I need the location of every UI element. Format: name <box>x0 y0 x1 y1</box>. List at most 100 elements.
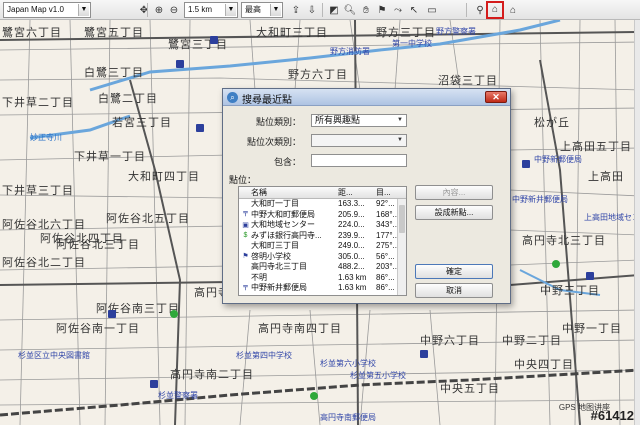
list-item[interactable]: 高円寺北三丁目 488.2... 203°... <box>239 262 406 273</box>
poi-marker[interactable] <box>310 392 318 400</box>
poi-marker[interactable] <box>586 272 594 280</box>
school-icon: ⚑ <box>242 253 249 260</box>
map-label: 高円寺南二丁目 <box>170 369 254 381</box>
item-name: 大和地域センター <box>251 220 315 229</box>
map-label: 白鷺二丁目 <box>98 93 158 105</box>
results-list[interactable]: 名稱 距... 目... 大和町一丁目 163.3... 92°... 〒中野大和町郵… <box>238 186 407 296</box>
scale-select-value: 1.5 km <box>188 5 213 14</box>
poi-marker[interactable] <box>552 260 560 268</box>
map-scrollbar[interactable] <box>634 20 640 425</box>
ok-button[interactable]: 確定 <box>415 264 493 279</box>
hand-tool-icon[interactable]: ✋︎ <box>358 2 374 18</box>
divider <box>466 3 467 17</box>
receive-from-device-icon[interactable]: ⇩ <box>304 2 320 18</box>
find-icon: ⌕ <box>227 92 238 103</box>
pan-icon[interactable]: ✥ <box>136 2 152 18</box>
track-tool-icon[interactable]: ↖ <box>406 2 422 18</box>
zoom-in-icon[interactable]: ⊕ <box>151 2 167 18</box>
dialog-title-bar[interactable]: ⌕ 搜尋最近點 ✕ <box>223 89 510 106</box>
chevron-down-icon: ▼ <box>270 4 281 16</box>
blank-icon <box>242 274 249 281</box>
poi-marker[interactable] <box>210 36 218 44</box>
list-rows: 大和町一丁目 163.3... 92°... 〒中野大和町郵便局 205.9... 168… <box>239 199 406 294</box>
water-label: 妙正寺川 <box>30 133 62 142</box>
item-name: 不明 <box>251 272 267 282</box>
find-address-icon[interactable]: ⌂ <box>505 2 521 18</box>
item-distance: 205.9... <box>338 209 365 219</box>
poi-marker[interactable] <box>420 350 428 358</box>
measure-tool-icon[interactable]: ▭ <box>424 2 440 18</box>
content-button[interactable]: 內容... <box>415 185 493 200</box>
send-to-device-icon[interactable]: ⇪ <box>288 2 304 18</box>
poi-marker[interactable] <box>176 60 184 68</box>
map-label: 高円寺北三丁目 <box>522 235 606 247</box>
detail-select[interactable]: 最高 ▼ <box>241 2 283 18</box>
chevron-down-icon: ▼ <box>397 137 403 143</box>
cancel-button[interactable]: 取消 <box>415 283 493 298</box>
map-label: 中野一丁目 <box>562 323 622 335</box>
zoom-out-icon[interactable]: ⊖ <box>166 2 182 18</box>
list-item[interactable]: 〒中野新井郵便局 1.63 km 86°... <box>239 283 406 294</box>
item-name: 中野新井郵便局 <box>251 283 307 292</box>
map-label: 阿佐谷北六丁目 <box>2 219 86 231</box>
contains-input[interactable] <box>311 154 407 167</box>
category-label: 點位類別： <box>255 117 301 127</box>
scroll-thumb[interactable] <box>399 205 405 233</box>
list-item[interactable]: ⚑ 啓明小学校 305.0... 56°... <box>239 252 406 263</box>
list-scrollbar[interactable] <box>397 199 406 295</box>
select-tool-icon[interactable]: ◩ <box>326 2 342 18</box>
scale-select[interactable]: 1.5 km ▼ <box>184 2 238 18</box>
poi-marker[interactable] <box>150 380 158 388</box>
poi-marker[interactable] <box>108 310 116 318</box>
item-distance: 488.2... <box>338 262 365 271</box>
list-item[interactable]: 〒中野大和町郵便局 205.9... 168°... <box>239 210 406 221</box>
list-item[interactable]: 大和町三丁目 249.0... 275°... <box>239 241 406 252</box>
set-new-point-button[interactable]: 設成新點... <box>415 205 493 220</box>
map-select[interactable]: Japan Map v1.0 ▼ <box>3 2 91 18</box>
item-distance: 239.9... <box>338 230 365 240</box>
blank-icon <box>242 243 249 250</box>
list-item[interactable]: $ みずほ銀行高円寺... 239.9... 177°... <box>239 231 406 242</box>
waypoint-tool-icon[interactable]: ⚑ <box>374 2 390 18</box>
category-value: 所有興趣點 <box>315 115 361 125</box>
close-button[interactable]: ✕ <box>485 91 507 103</box>
poi-label: 野方消防署 <box>330 47 370 56</box>
poi-label: 第一中学校 <box>392 39 432 48</box>
toolbar: Japan Map v1.0 ▼ ✥ ⊕ ⊖ 1.5 km ▼ 最高 ▼ ⇪ ⇩… <box>0 0 640 20</box>
post-office-icon: 〒 <box>242 284 249 292</box>
poi-marker[interactable] <box>522 160 530 168</box>
zoom-tool-icon[interactable]: 🔍︎ <box>342 2 358 18</box>
column-name[interactable]: 名稱 <box>251 187 267 199</box>
poi-label: 杉並第四中学校 <box>236 351 292 360</box>
category-select[interactable]: 所有興趣點 ▼ <box>311 114 407 127</box>
map-label: 阿佐谷南一丁目 <box>56 323 140 335</box>
chevron-down-icon: ▼ <box>78 4 89 16</box>
route-tool-icon[interactable]: ⤳ <box>390 2 406 18</box>
item-name: みずほ銀行高円寺... <box>251 230 322 240</box>
poi-marker[interactable] <box>196 124 204 132</box>
subcategory-select[interactable]: ▼ <box>311 134 407 147</box>
poi-label: 上高田地域センター <box>584 213 640 222</box>
map-label: 中央五丁目 <box>440 383 500 395</box>
contains-label: 包含： <box>273 157 301 167</box>
poi-label: 杉並第五小学校 <box>350 371 406 380</box>
list-header: 名稱 距... 目... <box>239 187 406 199</box>
find-nearest-icon[interactable]: ⌂ <box>486 1 504 19</box>
divider <box>147 3 148 17</box>
list-item[interactable]: 不明 1.63 km 86°... <box>239 273 406 284</box>
list-item[interactable]: 大和町一丁目 163.3... 92°... <box>239 199 406 210</box>
blank-icon <box>242 201 249 208</box>
item-distance: 1.63 km <box>338 272 367 282</box>
map-label: 鷺宮六丁目 <box>2 27 62 39</box>
poi-label: 杉並第六小学校 <box>320 359 376 368</box>
dollar-icon: $ <box>243 232 248 239</box>
poi-label: 野方警察署 <box>436 27 476 36</box>
column-distance[interactable]: 距... <box>338 187 353 199</box>
item-distance: 1.63 km <box>338 283 367 292</box>
item-name: 大和町一丁目 <box>251 199 299 208</box>
list-item[interactable]: ▣ 大和地域センター 224.0... 343°... <box>239 220 406 231</box>
poi-marker[interactable] <box>170 310 178 318</box>
map-label: 中野三丁目 <box>540 285 600 297</box>
column-direction[interactable]: 目... <box>376 187 391 199</box>
map-label: 鷺宮三丁目 <box>168 39 228 51</box>
